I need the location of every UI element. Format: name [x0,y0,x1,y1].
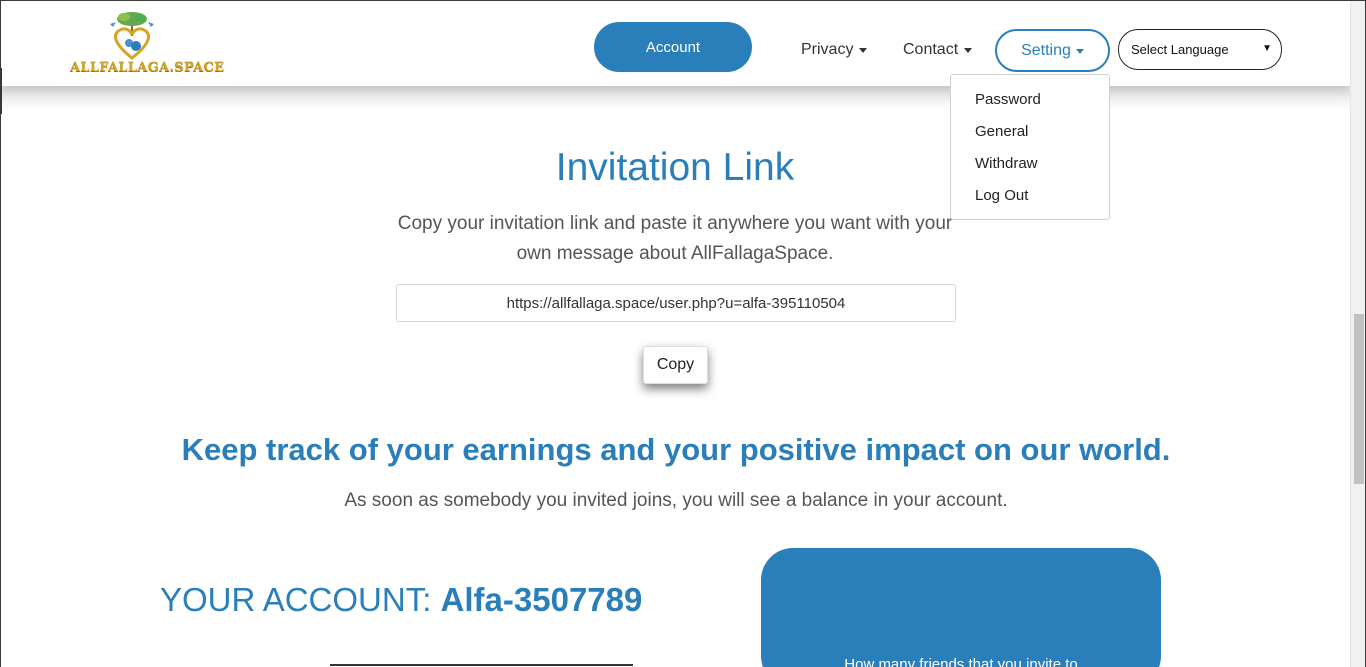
logo-wordmark: ALLFALLAGA.SPACE [70,60,225,75]
account-id: Alfa-3507789 [440,581,643,618]
frame-edge-marker [0,68,2,114]
select-arrow-icon: ▼ [1262,43,1272,54]
caret-down-icon [1075,48,1084,54]
earnings-description: As soon as somebody you invited joins, y… [344,490,1008,511]
menu-item-password[interactable]: Password [951,89,1109,121]
top-navbar: ALLFALLAGA.SPACE Account Privacy Contact… [0,0,1350,86]
nav-contact[interactable]: Contact [903,38,973,62]
menu-item-withdraw[interactable]: Withdraw [951,153,1109,185]
menu-item-general[interactable]: General [951,121,1109,153]
account-button[interactable]: Account [594,22,752,72]
setting-label: Setting [1021,41,1071,59]
account-heading-label: YOUR ACCOUNT: [160,581,432,618]
invite-stats-text: How many friends that you invite to [844,656,1078,667]
language-select-value: Select Language [1131,42,1229,57]
scrollbar-thumb[interactable] [1354,314,1364,484]
site-logo[interactable]: ALLFALLAGA.SPACE [70,10,225,78]
invitation-description: Copy your invitation link and paste it a… [397,213,953,264]
caret-down-icon [964,48,973,53]
page-scrollbar[interactable] [1350,0,1366,667]
nav-privacy-label: Privacy [801,41,854,58]
invite-stats-card: How many friends that you invite to [761,548,1161,667]
header-shadow [0,86,1350,112]
nav-privacy[interactable]: Privacy [801,38,868,62]
setting-menu: Password General Withdraw Log Out [950,74,1110,220]
invitation-title: Invitation Link [555,146,795,189]
divider [330,664,633,666]
invitation-link-input[interactable] [396,284,956,322]
menu-item-logout[interactable]: Log Out [951,185,1109,217]
setting-dropdown-button[interactable]: Setting [995,29,1110,72]
language-select[interactable]: Select Language ▼ [1118,29,1282,70]
tree-heart-logo-icon [110,12,154,60]
account-heading: YOUR ACCOUNT: Alfa-3507789 [160,581,642,619]
copy-button[interactable]: Copy [643,346,708,384]
earnings-title: Keep track of your earnings and your pos… [181,432,1171,467]
nav-contact-label: Contact [903,41,959,58]
caret-down-icon [859,48,868,53]
